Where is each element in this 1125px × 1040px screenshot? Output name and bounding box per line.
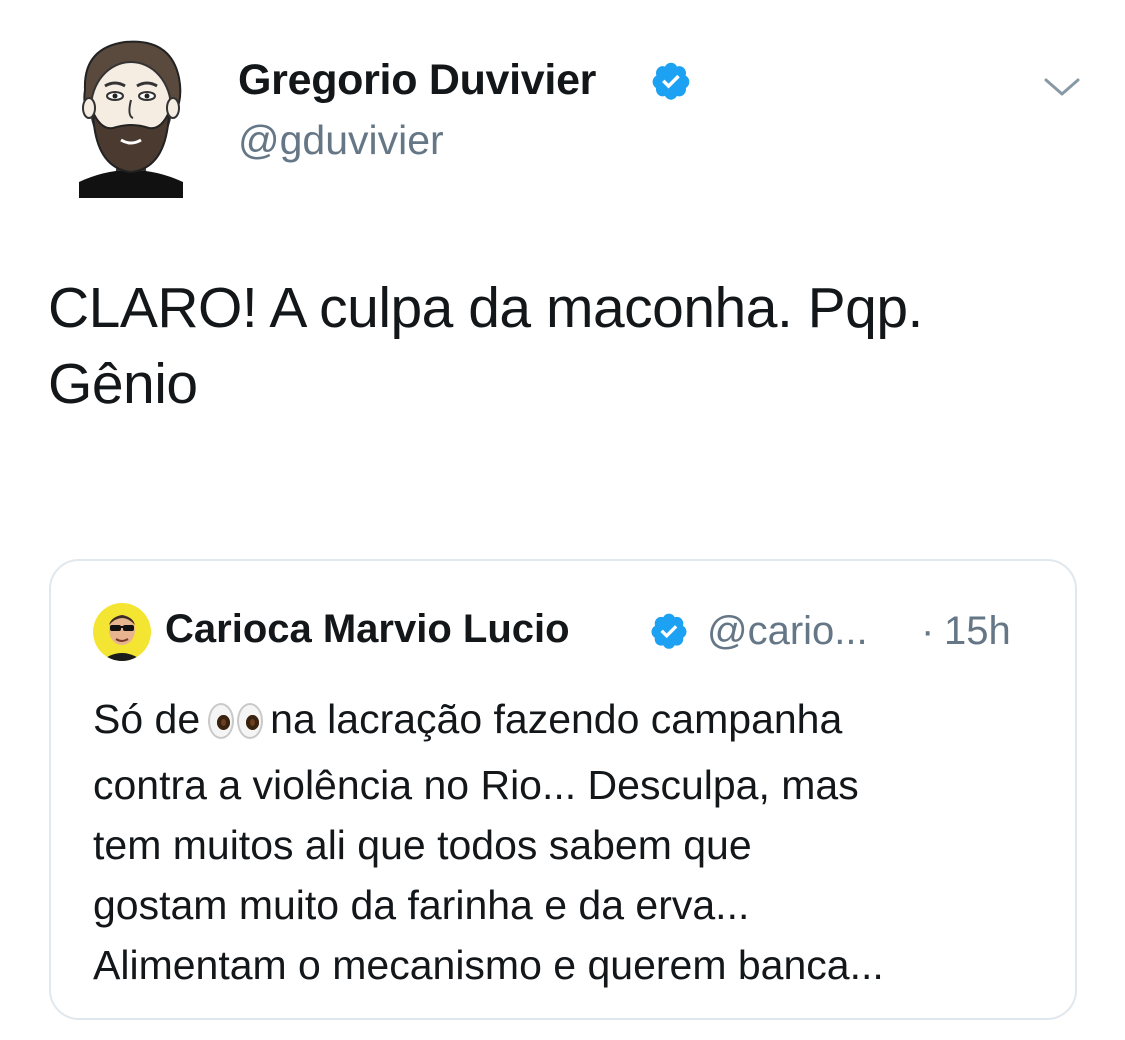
tweet-text-line: CLARO! A culpa da maconha. Pqp. [48,276,923,340]
quoted-text-segment: Só de [93,696,201,742]
quoted-text-line: contra a violência no Rio... Desculpa, m… [93,762,859,808]
author-avatar[interactable] [75,30,187,198]
chevron-down-icon[interactable] [1040,70,1084,104]
separator-dot: · [921,609,935,653]
tweet-text-line: Gênio [48,352,198,416]
quoted-text-line: tem muitos ali que todos sabem que [93,822,752,868]
quoted-timestamp[interactable]: 15h [944,609,1011,654]
tweet-header: Gregorio Duvivier @gduvivier [0,0,1125,220]
author-handle[interactable]: @gduvivier [238,117,444,164]
quoted-tweet-card[interactable]: Carioca Marvio Lucio @cario... · 15h Só … [49,559,1077,1020]
eyes-emoji-icon [208,695,266,755]
quoted-author-display-name[interactable]: Carioca Marvio Lucio [165,607,570,652]
quoted-text-line: gostam muito da farinha e da erva... [93,882,750,928]
quoted-text-line: Só de na lacração fazendo campanha [93,689,1053,755]
verified-badge-icon [650,60,692,102]
quoted-author-avatar [93,603,151,661]
quoted-tweet-text: Só de na lacração fazendo campanha contra… [93,689,1053,995]
verified-badge-icon [649,611,689,651]
quoted-text-line: Alimentam o mecanismo e querem banca... [93,942,884,988]
quoted-author-handle[interactable]: @cario... [707,609,868,654]
tweet-text: CLARO! A culpa da maconha. Pqp. Gênio [48,270,1088,422]
author-display-name[interactable]: Gregorio Duvivier [238,56,596,105]
quoted-text-segment: na lacração fazendo campanha [270,696,843,742]
